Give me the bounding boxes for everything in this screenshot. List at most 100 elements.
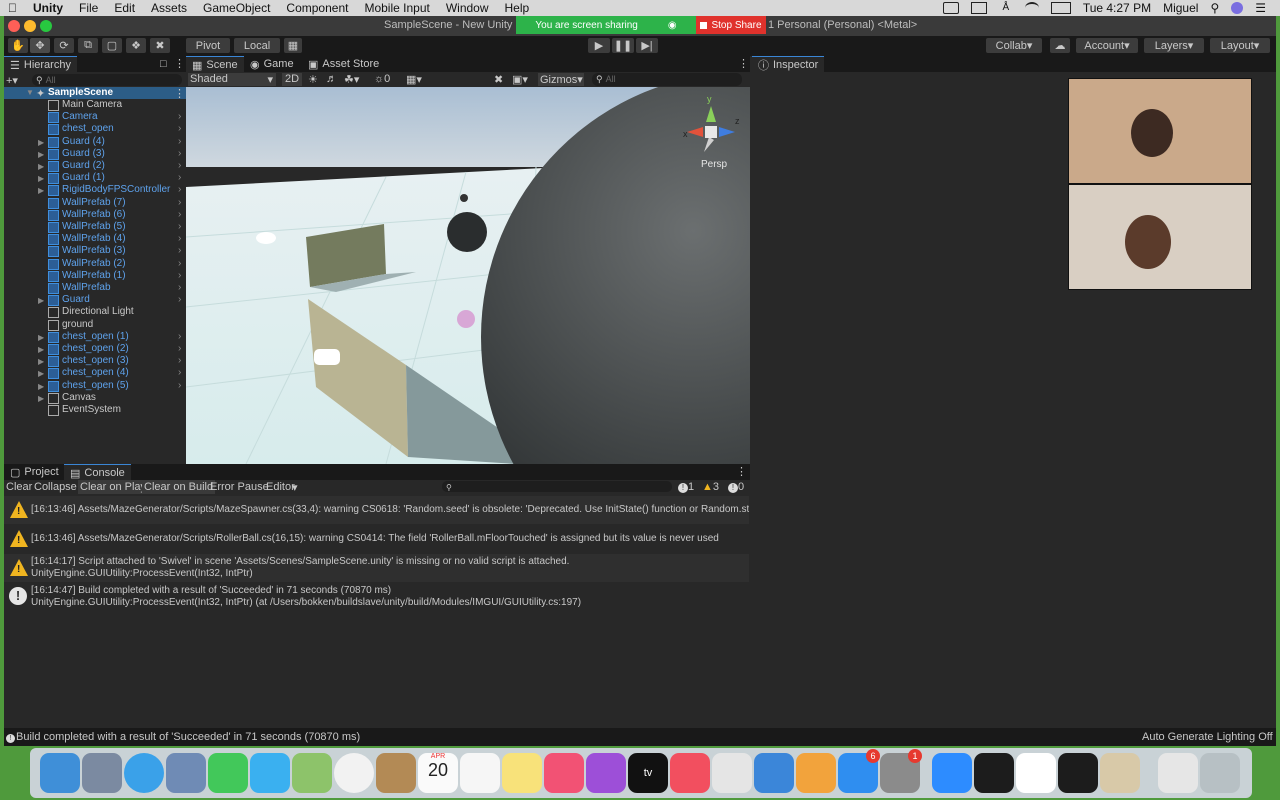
control-center-icon[interactable]: ☰ — [1255, 1, 1266, 15]
menubar-user[interactable]: Miguel — [1163, 1, 1198, 15]
hierarchy-item[interactable]: Directional Light — [4, 306, 186, 319]
podcasts-icon[interactable] — [586, 753, 626, 793]
facetime-icon[interactable] — [208, 753, 248, 793]
hierarchy-item[interactable]: ▶ RigidBodyFPSController › — [4, 184, 186, 197]
camera-settings-icon[interactable]: ▣▾ — [512, 73, 534, 86]
hierarchy-item[interactable]: ▶ chest_open (2) › — [4, 343, 186, 355]
menu-mobile-input[interactable]: Mobile Input — [356, 1, 437, 15]
pages-icon[interactable] — [796, 753, 836, 793]
prefab-open-chevron-icon[interactable]: › — [178, 355, 181, 367]
create-add-button[interactable]: +▾ — [6, 74, 26, 87]
prefab-open-chevron-icon[interactable]: › — [178, 380, 181, 392]
hierarchy-item[interactable]: ▶ Canvas — [4, 392, 186, 404]
layers-dropdown[interactable]: Layers ▾ — [1144, 38, 1204, 53]
hierarchy-item[interactable]: EventSystem — [4, 404, 186, 416]
expand-arrow-icon[interactable]: ▶ — [38, 295, 44, 307]
reminders-icon[interactable] — [460, 753, 500, 793]
hierarchy-item[interactable]: ▶ Guard (1) › — [4, 172, 186, 185]
expand-arrow-icon[interactable]: ▶ — [38, 173, 44, 185]
spotlight-search-icon[interactable]: ⚲ — [1210, 1, 1219, 15]
gizmos-dropdown[interactable]: Gizmos▾ — [538, 73, 584, 86]
calendar-icon[interactable]: APR 20 — [418, 753, 458, 793]
step-button[interactable]: ▶| — [636, 38, 658, 53]
prefab-open-chevron-icon[interactable]: › — [178, 282, 181, 294]
account-dropdown[interactable]: Account ▾ — [1076, 38, 1138, 53]
tab-project[interactable]: ▢ Project — [4, 464, 65, 480]
info-count-toggle[interactable]: ! 1 — [678, 481, 694, 493]
2d-toggle[interactable]: 2D — [282, 73, 302, 86]
scene-search-input[interactable]: ⚲ All — [592, 73, 742, 86]
app-store-icon[interactable]: 6 — [838, 749, 880, 793]
tab-console[interactable]: ▤ Console — [64, 464, 131, 481]
video-participant-2[interactable] — [1068, 184, 1252, 290]
audio-toggle-icon[interactable]: ♬ — [326, 73, 340, 86]
close-window-button[interactable] — [8, 20, 20, 32]
maps-icon[interactable] — [292, 753, 332, 793]
video-participant-1[interactable] — [1068, 78, 1252, 184]
expand-arrow-icon[interactable]: ▶ — [38, 356, 44, 368]
hierarchy-item[interactable]: WallPrefab (6) › — [4, 209, 186, 221]
prefab-open-chevron-icon[interactable]: › — [178, 258, 181, 270]
numbers-icon[interactable] — [712, 753, 752, 793]
menu-help[interactable]: Help — [497, 1, 538, 15]
hierarchy-item[interactable]: ▶ Guard (2) › — [4, 160, 186, 172]
expand-arrow-icon[interactable]: ▶ — [38, 185, 44, 197]
cloud-icon[interactable]: ☁ — [1050, 38, 1070, 53]
scene-root-row[interactable]: ▼ ✦ SampleScene ⋮ — [4, 87, 186, 100]
unity-editor-icon-2[interactable] — [1058, 753, 1098, 793]
hierarchy-item[interactable]: WallPrefab (7) › — [4, 197, 186, 209]
prefab-open-chevron-icon[interactable]: › — [178, 367, 181, 379]
shading-mode-dropdown[interactable]: Shaded ▾ — [188, 73, 276, 86]
hierarchy-item[interactable]: WallPrefab (3) › — [4, 245, 186, 258]
prefab-open-chevron-icon[interactable]: › — [178, 233, 181, 245]
music-icon[interactable] — [544, 753, 584, 793]
scene-kebab-icon[interactable]: ⋮ — [738, 57, 749, 70]
contacts-icon[interactable] — [376, 753, 416, 793]
menu-window[interactable]: Window — [438, 1, 497, 15]
battery-icon[interactable] — [1050, 2, 1071, 14]
grid-toggle-icon[interactable]: ▦▾ — [406, 73, 434, 86]
wifi-icon[interactable] — [1024, 2, 1039, 14]
hierarchy-item[interactable]: Camera › — [4, 111, 186, 124]
unity-editor-icon[interactable] — [1016, 753, 1056, 793]
hierarchy-item[interactable]: ▶ Guard › — [4, 294, 186, 307]
hierarchy-item[interactable]: Main Camera — [4, 99, 186, 111]
menubar-clock[interactable]: Tue 4:27 PM — [1083, 1, 1151, 15]
menu-assets[interactable]: Assets — [143, 1, 195, 15]
stop-share-button[interactable]: Stop Share — [696, 16, 766, 34]
prefab-open-chevron-icon[interactable]: › — [178, 111, 181, 123]
error-pause-button[interactable]: Error Pause — [210, 481, 269, 493]
unity-document-icon[interactable] — [1158, 753, 1198, 793]
expand-arrow-icon[interactable]: ▶ — [38, 344, 44, 356]
grid-snap-icon[interactable]: ▦ — [284, 38, 302, 53]
tab-inspector[interactable]: ⓘ Inspector — [752, 56, 825, 73]
clear-button[interactable]: Clear — [6, 481, 32, 493]
prefab-open-chevron-icon[interactable]: › — [178, 160, 181, 172]
menu-unity[interactable]: Unity — [25, 1, 71, 15]
expand-arrow-icon[interactable]: ▶ — [38, 149, 44, 161]
minimize-window-button[interactable] — [24, 20, 36, 32]
expand-arrow-icon[interactable]: ▶ — [38, 381, 44, 393]
local-toggle[interactable]: Local — [234, 38, 280, 53]
scene-viewport[interactable]: x z y Persp — [186, 87, 750, 464]
prefab-open-chevron-icon[interactable]: › — [178, 197, 181, 209]
expand-arrow-icon[interactable]: ▶ — [38, 137, 44, 149]
unity-installer-icon[interactable] — [1100, 753, 1140, 793]
pause-button[interactable]: ❚❚ — [612, 38, 634, 53]
zoom-icon[interactable] — [932, 753, 972, 793]
rect-tool-icon[interactable]: ▢ — [102, 38, 122, 53]
console-kebab-icon[interactable]: ⋮ — [736, 465, 747, 478]
preview-icon[interactable] — [166, 753, 206, 793]
hidden-objects-toggle[interactable]: ☼0 — [374, 73, 402, 86]
prefab-open-chevron-icon[interactable]: › — [178, 270, 181, 282]
apple-menu-icon[interactable]:  — [0, 1, 25, 15]
screen-share-icon[interactable] — [970, 2, 987, 14]
hierarchy-item[interactable]: WallPrefab (1) › — [4, 270, 186, 282]
tab-scene[interactable]: ▦ Scene — [186, 56, 244, 73]
hierarchy-item[interactable]: chest_open › — [4, 123, 186, 136]
console-log-row[interactable]: ! [16:14:17] Script attached to 'Swivel' … — [4, 554, 749, 582]
clear-on-build-button[interactable]: Clear on Build — [142, 480, 216, 494]
lighting-toggle-icon[interactable]: ☀ — [308, 73, 322, 86]
zoom-status-icon[interactable] — [942, 2, 959, 14]
menu-edit[interactable]: Edit — [106, 1, 143, 15]
